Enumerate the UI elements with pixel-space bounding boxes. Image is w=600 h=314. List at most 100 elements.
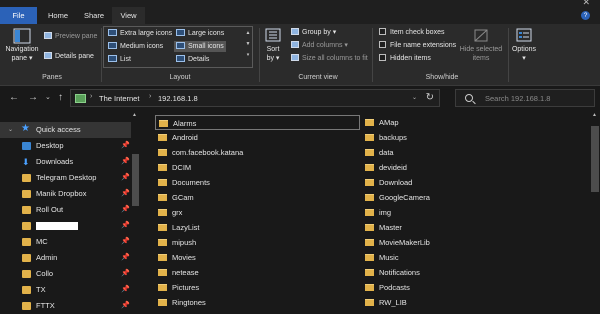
sidebar-item-mc[interactable]: MC 📌 — [0, 234, 132, 250]
layout-large-icons[interactable]: Large icons — [176, 28, 224, 39]
file-list-scroll-thumb[interactable] — [591, 126, 599, 192]
folder-icon — [158, 254, 167, 261]
list-item[interactable]: GoogleCamera — [365, 190, 565, 205]
sidebar-item-fttx[interactable]: FTTX 📌 — [0, 298, 132, 314]
file-name-extensions-checkbox[interactable] — [379, 41, 386, 48]
help-icon[interactable]: ? — [581, 11, 590, 20]
layout-gallery-scroll[interactable]: ▲ ▼ ▾ — [245, 28, 251, 61]
sidebar-item-quick-access[interactable]: ⌄ ★ Quick access — [0, 122, 132, 138]
list-item[interactable]: Ringtones — [158, 295, 358, 310]
list-item[interactable]: mipush — [158, 235, 358, 250]
address-bar[interactable]: › The Internet › 192.168.1.8 ⌄ ↻ — [70, 89, 440, 107]
hidden-items-toggle[interactable]: Hidden items — [379, 54, 431, 64]
scroll-up-icon[interactable]: ▲ — [592, 112, 597, 118]
folder-icon — [22, 254, 31, 262]
folder-icon — [158, 224, 167, 231]
sidebar-item-desktop[interactable]: Desktop 📌 — [0, 138, 132, 154]
ribbon-tabs: File Home Share View ? — [0, 7, 600, 24]
list-item[interactable]: Pictures — [158, 280, 358, 295]
sidebar-item-label: Desktop — [36, 141, 64, 150]
list-item[interactable]: Documents — [158, 175, 358, 190]
navigation-pane-button[interactable]: Navigation pane ▾ — [4, 28, 40, 63]
list-item[interactable]: Master — [365, 220, 565, 235]
breadcrumb-the-internet[interactable]: The Internet — [99, 94, 139, 103]
sidebar-item-redacted[interactable]: 📌 — [0, 218, 132, 234]
layout-extra-large-icons[interactable]: Extra large icons — [108, 28, 172, 39]
search-input[interactable]: Search 192.168.1.8 — [455, 89, 595, 107]
list-item[interactable]: Movies — [158, 250, 358, 265]
list-item[interactable]: devideid — [365, 160, 565, 175]
layout-small-icons[interactable]: Small icons — [174, 41, 226, 52]
file-name-extensions-toggle[interactable]: File name extensions — [379, 41, 456, 51]
folder-name: GCam — [172, 193, 194, 202]
sidebar-item-roll-out[interactable]: Roll Out 📌 — [0, 202, 132, 218]
tab-file[interactable]: File — [0, 7, 37, 24]
sidebar-item-collo[interactable]: Collo 📌 — [0, 266, 132, 282]
chevron-right-icon[interactable]: › — [149, 93, 151, 100]
list-item[interactable]: DCIM — [158, 160, 358, 175]
list-item[interactable]: backups — [365, 130, 565, 145]
navigation-pane-label-line2: pane ▾ — [11, 55, 33, 62]
pin-icon: 📌 — [121, 302, 130, 309]
folder-name: Ringtones — [172, 298, 206, 307]
add-columns-button[interactable]: Add columns ▾ — [291, 41, 348, 51]
hidden-items-checkbox[interactable] — [379, 54, 386, 61]
layout-list[interactable]: List — [108, 54, 131, 65]
sidebar-scrollbar[interactable]: ▲ — [131, 112, 140, 314]
list-item[interactable]: netease — [158, 265, 358, 280]
list-item[interactable]: Android — [158, 130, 358, 145]
list-item[interactable]: Alarms — [155, 115, 360, 130]
list-item[interactable]: GCam — [158, 190, 358, 205]
tab-home[interactable]: Home — [40, 7, 76, 24]
forward-button[interactable]: → — [28, 91, 38, 105]
breadcrumb-ip-address[interactable]: 192.168.1.8 — [158, 94, 198, 103]
ribbon-separator — [259, 28, 260, 82]
list-item[interactable]: Notifications — [365, 265, 565, 280]
list-item[interactable]: Podcasts — [365, 280, 565, 295]
options-button[interactable]: Options ▾ — [510, 28, 538, 63]
sort-by-button[interactable]: Sort by ▾ — [262, 28, 284, 63]
list-item[interactable]: Download — [365, 175, 565, 190]
sidebar-scroll-thumb[interactable] — [132, 154, 139, 206]
sidebar-item-downloads[interactable]: ⬇ Downloads 📌 — [0, 154, 132, 170]
preview-pane-button[interactable]: Preview pane — [44, 32, 97, 42]
group-by-button[interactable]: Group by ▾ — [291, 28, 336, 38]
list-item[interactable]: img — [365, 205, 565, 220]
scroll-up-icon[interactable]: ▲ — [132, 112, 137, 118]
layout-details[interactable]: Details — [176, 54, 209, 65]
refresh-icon[interactable]: ↻ — [426, 92, 434, 103]
list-item[interactable]: Music — [365, 250, 565, 265]
tab-view[interactable]: View — [112, 7, 145, 24]
layout-medium-icons[interactable]: Medium icons — [108, 41, 163, 52]
details-pane-button[interactable]: Details pane — [44, 52, 94, 62]
address-dropdown-icon[interactable]: ⌄ — [412, 94, 417, 101]
folder-icon — [365, 239, 374, 246]
options-label-line2: ▾ — [522, 55, 526, 62]
list-item[interactable]: AMap — [365, 115, 565, 130]
pin-icon: 📌 — [121, 190, 130, 197]
sidebar-item-label: Downloads — [36, 157, 74, 166]
folder-name: Download — [379, 178, 413, 187]
list-item[interactable]: RW_LIB — [365, 295, 565, 310]
recent-locations-button[interactable]: ⌄ — [45, 91, 51, 105]
up-button[interactable]: ↑ — [58, 91, 63, 105]
back-button[interactable]: ← — [9, 91, 19, 105]
chevron-right-icon[interactable]: › — [90, 93, 92, 100]
file-list-scrollbar[interactable]: ▲ — [590, 112, 600, 314]
sidebar-item-tx[interactable]: TX 📌 — [0, 282, 132, 298]
chevron-down-icon[interactable]: ⌄ — [8, 122, 13, 138]
tab-share[interactable]: Share — [78, 7, 110, 24]
list-item[interactable]: grx — [158, 205, 358, 220]
list-item[interactable]: LazyList — [158, 220, 358, 235]
hide-selected-items-button[interactable]: Hide selected items — [458, 28, 504, 63]
sidebar-item-manik-dropbox[interactable]: Manik Dropbox 📌 — [0, 186, 132, 202]
item-check-boxes-checkbox[interactable] — [379, 28, 386, 35]
size-all-columns-button[interactable]: Size all columns to fit — [291, 54, 368, 64]
item-check-boxes-toggle[interactable]: Item check boxes — [379, 28, 444, 38]
list-item[interactable]: MovieMakerLib — [365, 235, 565, 250]
sidebar-item-admin[interactable]: Admin 📌 — [0, 250, 132, 266]
list-item[interactable]: com.facebook.katana — [158, 145, 358, 160]
sidebar-item-telegram-desktop[interactable]: Telegram Desktop 📌 — [0, 170, 132, 186]
sidebar-item-label: Collo — [36, 269, 54, 278]
list-item[interactable]: data — [365, 145, 565, 160]
